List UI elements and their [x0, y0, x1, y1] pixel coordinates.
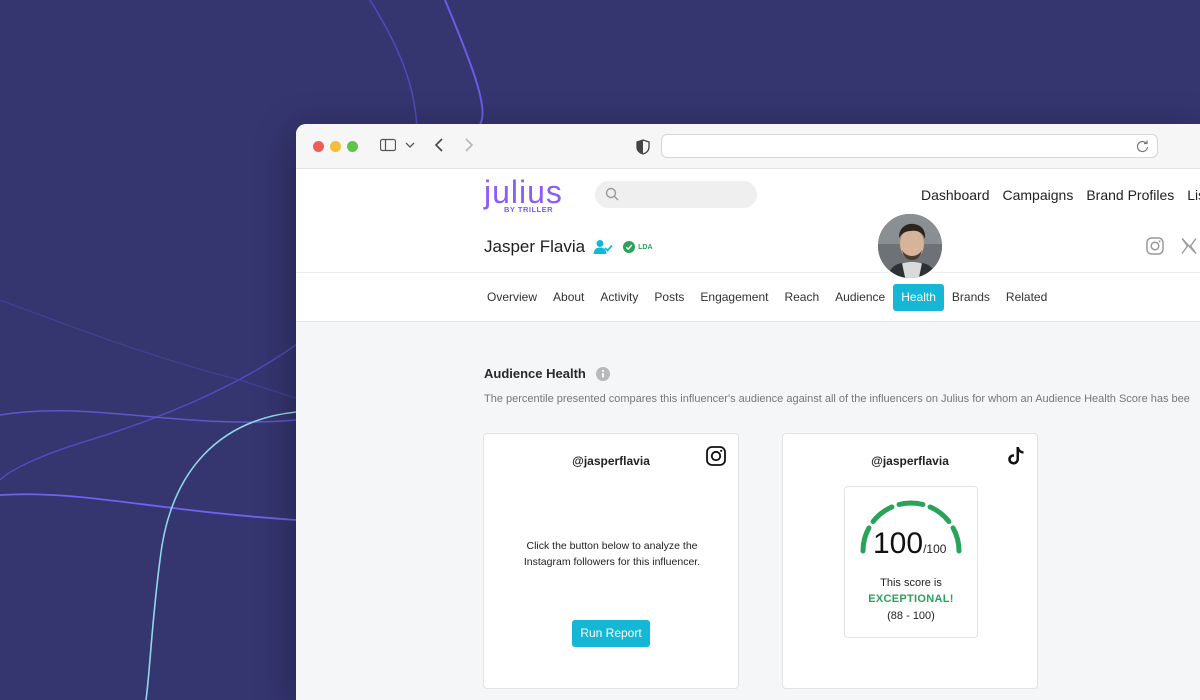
section-header: Audience Health: [484, 366, 610, 381]
health-content: Audience Health The percentile presented…: [296, 321, 1200, 700]
privacy-shield-icon[interactable]: [636, 139, 650, 155]
nav-lists[interactable]: Lists: [1187, 187, 1200, 203]
gauge-segment: [896, 500, 926, 508]
section-description: The percentile presented compares this i…: [484, 393, 1190, 405]
instagram-icon: [706, 446, 726, 466]
browser-window: julius BY TRILLER Dashboard Campaigns Br…: [296, 124, 1200, 700]
score-rating: EXCEPTIONAL!: [868, 593, 954, 605]
tab-audience[interactable]: Audience: [827, 284, 893, 311]
score-number: 100: [873, 527, 924, 560]
social-icons: [1146, 237, 1198, 255]
run-report-button[interactable]: Run Report: [572, 620, 650, 647]
tab-overview[interactable]: Overview: [479, 284, 545, 311]
health-score-panel: 100/100 This score is EXCEPTIONAL! (88 -…: [844, 486, 978, 638]
tab-related[interactable]: Related: [998, 284, 1055, 311]
section-title: Audience Health: [484, 366, 586, 381]
tiktok-health-card: @jasperflavia 100/100 This score is EXCE…: [782, 433, 1038, 689]
x-twitter-icon[interactable]: [1180, 237, 1198, 255]
score-caption: This score is: [880, 577, 942, 589]
logo-tagline: BY TRILLER: [504, 205, 554, 214]
score-max: /100: [923, 542, 947, 556]
close-window-button[interactable]: [313, 141, 324, 152]
page-viewport: julius BY TRILLER Dashboard Campaigns Br…: [296, 169, 1200, 700]
header-divider: [296, 272, 1200, 273]
tab-activity[interactable]: Activity: [592, 284, 646, 311]
profile-name-row: Jasper Flavia LDA: [484, 237, 653, 257]
instagram-health-card: @jasperflavia Click the button below to …: [483, 433, 739, 689]
info-icon[interactable]: [595, 366, 610, 381]
tab-engagement[interactable]: Engagement: [692, 284, 776, 311]
search-icon: [605, 187, 619, 201]
maximize-window-button[interactable]: [347, 141, 358, 152]
main-nav: Dashboard Campaigns Brand Profiles Lists: [921, 187, 1200, 203]
instagram-icon[interactable]: [1146, 237, 1164, 255]
gauge-segment: [870, 504, 895, 525]
card-handle: @jasperflavia: [871, 454, 949, 468]
lda-badge: LDA: [623, 241, 653, 253]
forward-icon[interactable]: [464, 137, 474, 153]
back-icon[interactable]: [434, 137, 444, 153]
reload-icon[interactable]: [1136, 139, 1149, 153]
tab-health[interactable]: Health: [893, 284, 944, 311]
gauge-segment: [950, 525, 962, 554]
profile-tabs: Overview About Activity Posts Engagement…: [479, 284, 1055, 311]
card-handle: @jasperflavia: [572, 454, 650, 468]
address-bar[interactable]: [661, 134, 1158, 158]
score-value: 100/100: [873, 527, 946, 561]
chevron-down-icon[interactable]: [405, 141, 415, 149]
search-input[interactable]: [595, 181, 757, 208]
tab-brands[interactable]: Brands: [944, 284, 998, 311]
nav-brand-profiles[interactable]: Brand Profiles: [1086, 187, 1174, 203]
browser-toolbar: [296, 124, 1200, 169]
tab-about[interactable]: About: [545, 284, 592, 311]
gauge-segment: [860, 525, 872, 554]
lda-label: LDA: [638, 243, 653, 251]
tiktok-icon: [1008, 447, 1024, 465]
gauge-segment: [927, 504, 952, 525]
verified-user-icon: [593, 240, 613, 254]
avatar[interactable]: [876, 212, 944, 280]
profile-name: Jasper Flavia: [484, 237, 586, 256]
tab-reach[interactable]: Reach: [776, 284, 827, 311]
tab-posts[interactable]: Posts: [646, 284, 692, 311]
score-range: (88 - 100): [887, 610, 935, 622]
sidebar-toggle-icon[interactable]: [380, 137, 396, 155]
minimize-window-button[interactable]: [330, 141, 341, 152]
nav-campaigns[interactable]: Campaigns: [1003, 187, 1074, 203]
card-message: Click the button below to analyze the In…: [523, 540, 701, 568]
logo-wordmark: julius: [484, 174, 563, 210]
nav-dashboard[interactable]: Dashboard: [921, 187, 990, 203]
julius-logo[interactable]: julius BY TRILLER: [484, 174, 574, 214]
check-badge-icon: [623, 241, 636, 253]
avatar-photo: [878, 214, 942, 278]
